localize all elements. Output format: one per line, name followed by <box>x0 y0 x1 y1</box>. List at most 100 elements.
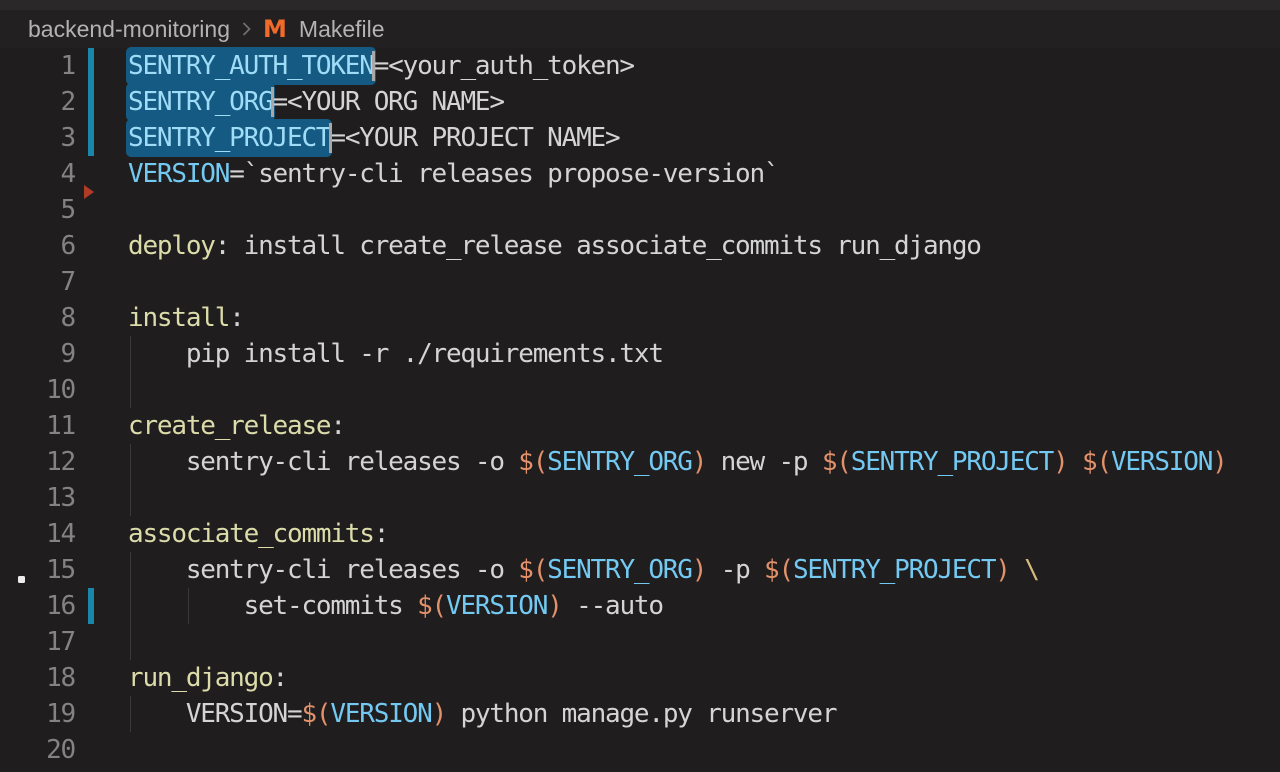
editor-line[interactable]: 18 run_django: <box>0 660 1280 696</box>
code-token: VERSION <box>446 591 547 621</box>
line-number[interactable]: 9 <box>0 336 75 372</box>
window-top-edge <box>0 0 1280 10</box>
code-line-text: create_release: <box>128 408 345 444</box>
line-number[interactable]: 17 <box>0 624 75 660</box>
editor-line[interactable]: 7 <box>0 264 1280 300</box>
code-line-text: sentry-cli releases -o $(SENTRY_ORG) new… <box>128 444 1227 480</box>
text-cursor <box>271 87 274 117</box>
editor-line[interactable]: 2SENTRY_ORG=<YOUR ORG NAME> <box>0 84 1280 120</box>
chevron-right-icon <box>240 19 253 39</box>
code-editor-window: backend-monitoring M Makefile 1SENTRY_AU… <box>0 0 1280 772</box>
editor-line[interactable]: 20 <box>0 732 1280 768</box>
code-token: : install create_release associate_commi… <box>215 231 981 261</box>
line-number[interactable]: 12 <box>0 444 75 480</box>
line-number[interactable]: 6 <box>0 228 75 264</box>
editor-line[interactable]: 4 VERSION=`sentry-cli releases propose-ve… <box>0 156 1280 192</box>
editor-line[interactable]: 12 sentry-cli releases -o $(SENTRY_ORG) … <box>0 444 1280 480</box>
code-token: -p <box>706 555 764 585</box>
code-token: associate_commits <box>128 519 374 549</box>
code-token: ) <box>432 699 446 729</box>
code-token: =<YOUR PROJECT NAME> <box>330 123 619 153</box>
editor-line[interactable]: 11 create_release: <box>0 408 1280 444</box>
modified-line-gutter-indicator[interactable] <box>88 84 94 120</box>
code-token: run_django <box>128 663 273 693</box>
line-number[interactable]: 5 <box>0 192 75 228</box>
code-line-text: run_django: <box>128 660 287 696</box>
line-number[interactable]: 18 <box>0 660 75 696</box>
line-number[interactable]: 4 <box>0 156 75 192</box>
line-number[interactable]: 16 <box>0 588 75 624</box>
modified-line-gutter-indicator[interactable] <box>88 588 94 624</box>
code-token: $( <box>417 591 446 621</box>
breadcrumb-folder[interactable]: backend-monitoring <box>28 16 230 43</box>
code-token: ) <box>692 447 706 477</box>
code-token: =`sentry-cli releases propose-version` <box>229 159 778 189</box>
code-token: $( <box>518 447 547 477</box>
code-token: : <box>273 663 287 693</box>
code-token <box>1068 447 1082 477</box>
editor-line[interactable]: 5 <box>0 192 1280 228</box>
code-line-text: sentry-cli releases -o $(SENTRY_ORG) -p … <box>128 552 1039 588</box>
code-line-text: SENTRY_PROJECT=<YOUR PROJECT NAME> <box>128 120 619 156</box>
line-number[interactable]: 14 <box>0 516 75 552</box>
code-token: $( <box>518 555 547 585</box>
code-token: ) <box>1212 447 1226 477</box>
editor-code-area[interactable]: 1SENTRY_AUTH_TOKEN=<your_auth_token>2 SEN… <box>0 48 1280 772</box>
code-token: $( <box>764 555 793 585</box>
modified-line-gutter-indicator[interactable] <box>88 48 94 84</box>
code-token: $( <box>301 699 330 729</box>
line-number[interactable]: 3 <box>0 120 75 156</box>
editor-line[interactable]: 6 deploy: install create_release associat… <box>0 228 1280 264</box>
breadcrumb-file[interactable]: Makefile <box>299 16 385 43</box>
breadcrumb: backend-monitoring M Makefile <box>0 10 1280 48</box>
code-line-text: set-commits $(VERSION) --auto <box>128 588 663 624</box>
code-token: sentry-cli releases -o <box>128 447 518 477</box>
code-token: : <box>374 519 388 549</box>
editor-line[interactable]: 16 set-commits $(VERSION) --auto <box>0 588 1280 624</box>
line-number[interactable]: 20 <box>0 732 75 768</box>
editor-line[interactable]: 19 VERSION=$(VERSION) python manage.py r… <box>0 696 1280 732</box>
code-token: ) <box>547 591 561 621</box>
code-token: VERSION <box>1111 447 1212 477</box>
makefile-file-icon: M <box>263 17 287 41</box>
code-line-text: VERSION=$(VERSION) python manage.py runs… <box>128 696 836 732</box>
code-token: ) <box>1053 447 1067 477</box>
modified-line-gutter-indicator[interactable] <box>88 120 94 156</box>
line-number[interactable]: 11 <box>0 408 75 444</box>
code-token: VERSION= <box>128 699 301 729</box>
line-number[interactable]: 13 <box>0 480 75 516</box>
line-number[interactable]: 10 <box>0 372 75 408</box>
code-line-text: deploy: install create_release associate… <box>128 228 981 264</box>
code-token: $( <box>822 447 851 477</box>
text-cursor <box>372 51 375 81</box>
code-token: SENTRY_PROJECT <box>793 555 995 585</box>
line-number[interactable]: 8 <box>0 300 75 336</box>
code-line-text: associate_commits: <box>128 516 388 552</box>
code-token: sentry-cli releases -o <box>128 555 518 585</box>
code-line-text: pip install -r ./requirements.txt <box>128 336 663 372</box>
line-number[interactable]: 1 <box>0 48 75 84</box>
editor-line[interactable]: 1SENTRY_AUTH_TOKEN=<your_auth_token> <box>0 48 1280 84</box>
line-number[interactable]: 7 <box>0 264 75 300</box>
editor-line[interactable]: 3 SENTRY_PROJECT=<YOUR PROJECT NAME> <box>0 120 1280 156</box>
code-line-text: VERSION=`sentry-cli releases propose-ver… <box>128 156 778 192</box>
line-number[interactable]: 15 <box>0 552 75 588</box>
editor-line[interactable]: 8install: <box>0 300 1280 336</box>
editor-line[interactable]: 13 <box>0 480 1280 516</box>
editor-line[interactable]: 17 <box>0 624 1280 660</box>
line-number[interactable]: 19 <box>0 696 75 732</box>
code-token: VERSION <box>330 699 431 729</box>
editor-line[interactable]: 10 <box>0 372 1280 408</box>
code-token: SENTRY_ORG <box>547 447 692 477</box>
code-token: pip install -r ./requirements.txt <box>128 339 663 369</box>
indent-guide <box>130 624 131 660</box>
code-token: VERSION <box>128 159 229 189</box>
code-token <box>1010 555 1024 585</box>
code-token: python manage.py runserver <box>446 699 836 729</box>
line-number[interactable]: 2 <box>0 84 75 120</box>
selected-code-token: SENTRY_ORG <box>126 83 275 121</box>
code-token: SENTRY_PROJECT <box>851 447 1053 477</box>
editor-line[interactable]: 9 pip install -r ./requirements.txt <box>0 336 1280 372</box>
editor-line[interactable]: 15 sentry-cli releases -o $(SENTRY_ORG) … <box>0 552 1280 588</box>
editor-line[interactable]: 14 associate_commits: <box>0 516 1280 552</box>
